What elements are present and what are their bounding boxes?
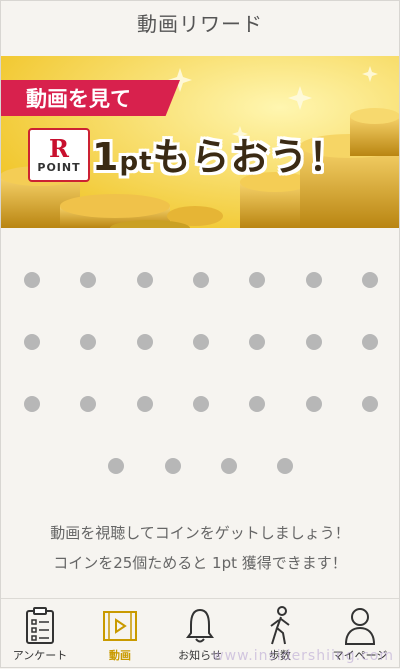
coin-slot [221, 458, 238, 474]
point-logo-text: POINT [37, 160, 81, 174]
banner-ribbon: 動画を見て [0, 80, 180, 116]
coin-slot [80, 272, 97, 288]
coin-slot [108, 458, 125, 474]
coin-slot [305, 272, 322, 288]
banner-headline: 1ptもらおう！ [92, 126, 348, 181]
coin-progress-grid [0, 228, 400, 488]
headline-rest: もらおう！ [152, 135, 348, 179]
tab-label: 動画 [109, 649, 131, 662]
coin-slot [249, 396, 266, 412]
coin-slot [361, 272, 378, 288]
instruction-line-1: 動画を視聴してコインをゲットしましょう！ [50, 524, 350, 542]
watermark: www.insidershiing.com [212, 648, 394, 664]
coin-slot [136, 334, 153, 350]
coin-slot [80, 334, 97, 350]
page-header: 動画リワード [0, 0, 400, 44]
coin-slot [361, 334, 378, 350]
person-icon [340, 605, 380, 647]
coin-slot [305, 334, 322, 350]
clipboard-icon [20, 605, 60, 647]
coin-slot [192, 272, 209, 288]
promo-banner: 動画を見て R POINT 1ptもらおう！ [0, 56, 400, 228]
headline-number: 1 [92, 135, 120, 179]
headline-unit: pt [119, 147, 153, 177]
coin-slot [136, 272, 153, 288]
coin-slot [136, 396, 153, 412]
tab-label: アンケート [12, 649, 68, 662]
ribbon-text: 動画を見て [26, 87, 131, 111]
video-icon [100, 605, 140, 647]
coin-slot [192, 396, 209, 412]
tab-survey[interactable]: アンケート [0, 599, 80, 669]
walking-icon [260, 605, 300, 647]
point-logo-letter: R [49, 133, 69, 163]
coin-slot [80, 396, 97, 412]
coin-slot [24, 334, 40, 350]
coin-slot [164, 458, 181, 474]
instruction-line-2: コインを25個ためると 1pt 獲得できます！ [53, 554, 347, 572]
coin-slot [305, 396, 322, 412]
tab-video[interactable]: 動画 [80, 599, 160, 669]
instruction-message: 動画を視聴してコインをゲットしましょう！ コインを25個ためると 1pt 獲得で… [0, 518, 400, 578]
coin-slot [361, 396, 378, 412]
coin-slot [249, 272, 266, 288]
bell-icon [180, 605, 220, 647]
coin-slot [277, 458, 294, 474]
coin-slot [192, 334, 209, 350]
coin-slot [24, 396, 40, 412]
coin-slot [24, 272, 40, 288]
coin-slot [249, 334, 266, 350]
page-title: 動画リワード [137, 11, 263, 36]
rakuten-point-logo: R POINT [28, 128, 90, 182]
